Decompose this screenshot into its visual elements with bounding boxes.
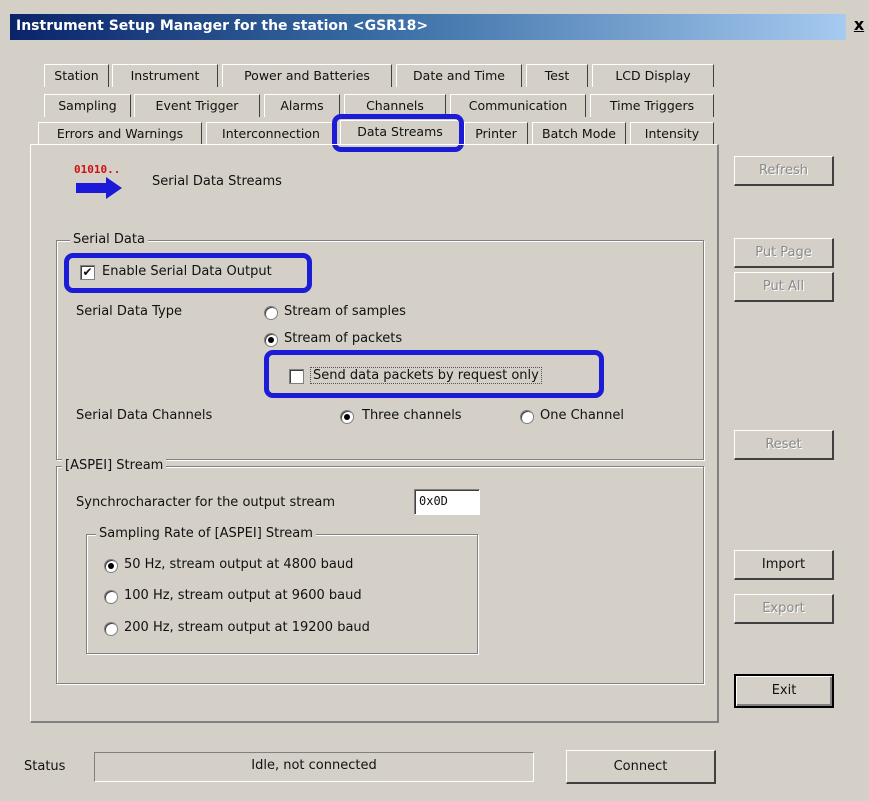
rate-100hz-label[interactable]: 100 Hz, stream output at 9600 baud bbox=[124, 588, 362, 603]
tab-intensity[interactable]: Intensity bbox=[630, 122, 714, 145]
sync-char-label: Synchrocharacter for the output stream bbox=[76, 495, 336, 510]
tab-instrument[interactable]: Instrument bbox=[112, 64, 218, 87]
connect-button[interactable]: Connect bbox=[566, 750, 716, 784]
radio-rate-200hz[interactable] bbox=[104, 622, 118, 636]
serial-data-channels-label: Serial Data Channels bbox=[76, 408, 213, 423]
data-stream-arrow-icon: 01010.. bbox=[74, 163, 124, 200]
tab-communication[interactable]: Communication bbox=[450, 94, 586, 117]
import-button[interactable]: Import bbox=[734, 550, 834, 580]
rate-200hz-label[interactable]: 200 Hz, stream output at 19200 baud bbox=[124, 620, 370, 635]
tab-batch-mode[interactable]: Batch Mode bbox=[532, 122, 626, 145]
radio-three-channels[interactable] bbox=[340, 410, 354, 424]
tab-time-triggers[interactable]: Time Triggers bbox=[590, 94, 714, 117]
tab-errors-and-warnings[interactable]: Errors and Warnings bbox=[38, 122, 202, 145]
exit-button[interactable]: Exit bbox=[734, 674, 834, 708]
stream-of-samples-label[interactable]: Stream of samples bbox=[284, 304, 406, 319]
export-button[interactable]: Export bbox=[734, 594, 834, 624]
page-title: Serial Data Streams bbox=[152, 174, 282, 189]
highlight-request-only bbox=[264, 350, 604, 398]
tab-lcd-display[interactable]: LCD Display bbox=[592, 64, 714, 87]
radio-rate-50hz[interactable] bbox=[104, 559, 118, 573]
tab-printer[interactable]: Printer bbox=[464, 122, 528, 145]
one-channel-label[interactable]: One Channel bbox=[540, 408, 624, 423]
dialog-window: Instrument Setup Manager for the station… bbox=[0, 0, 869, 801]
stream-of-packets-label[interactable]: Stream of packets bbox=[284, 331, 402, 346]
three-channels-label[interactable]: Three channels bbox=[362, 408, 462, 423]
tab-interconnection[interactable]: Interconnection bbox=[206, 122, 336, 145]
reset-button[interactable]: Reset bbox=[734, 430, 834, 460]
radio-one-channel[interactable] bbox=[520, 410, 534, 424]
rate-50hz-label[interactable]: 50 Hz, stream output at 4800 baud bbox=[124, 557, 353, 572]
status-label: Status bbox=[24, 759, 66, 774]
tab-alarms[interactable]: Alarms bbox=[264, 94, 340, 117]
serial-data-type-label: Serial Data Type bbox=[76, 304, 182, 319]
tab-date-and-time[interactable]: Date and Time bbox=[396, 64, 522, 87]
tab-power-and-batteries[interactable]: Power and Batteries bbox=[222, 64, 392, 87]
put-all-button[interactable]: Put All bbox=[734, 272, 834, 302]
put-page-button[interactable]: Put Page bbox=[734, 238, 834, 268]
tab-sampling[interactable]: Sampling bbox=[44, 94, 131, 117]
radio-stream-of-packets[interactable] bbox=[264, 333, 278, 347]
icon-bits-text: 01010.. bbox=[74, 163, 121, 176]
tab-test[interactable]: Test bbox=[526, 64, 588, 87]
title-bar[interactable]: Instrument Setup Manager for the station… bbox=[10, 14, 846, 40]
aspei-stream-group-label: [ASPEI] Stream bbox=[62, 458, 167, 473]
radio-rate-100hz[interactable] bbox=[104, 590, 118, 604]
sampling-rate-group-label: Sampling Rate of [ASPEI] Stream bbox=[96, 526, 316, 541]
blue-arrow-icon bbox=[76, 177, 122, 199]
status-value: Idle, not connected bbox=[94, 752, 534, 782]
window-title: Instrument Setup Manager for the station… bbox=[16, 18, 429, 34]
tab-station[interactable]: Station bbox=[44, 64, 109, 87]
sync-char-input[interactable]: 0x0D bbox=[414, 489, 480, 515]
refresh-button[interactable]: Refresh bbox=[734, 156, 834, 186]
serial-data-group-label: Serial Data bbox=[70, 232, 148, 247]
highlight-enable-serial bbox=[64, 253, 312, 293]
close-icon[interactable]: x bbox=[850, 14, 868, 36]
tab-event-trigger[interactable]: Event Trigger bbox=[134, 94, 260, 117]
radio-stream-of-samples[interactable] bbox=[264, 306, 278, 320]
